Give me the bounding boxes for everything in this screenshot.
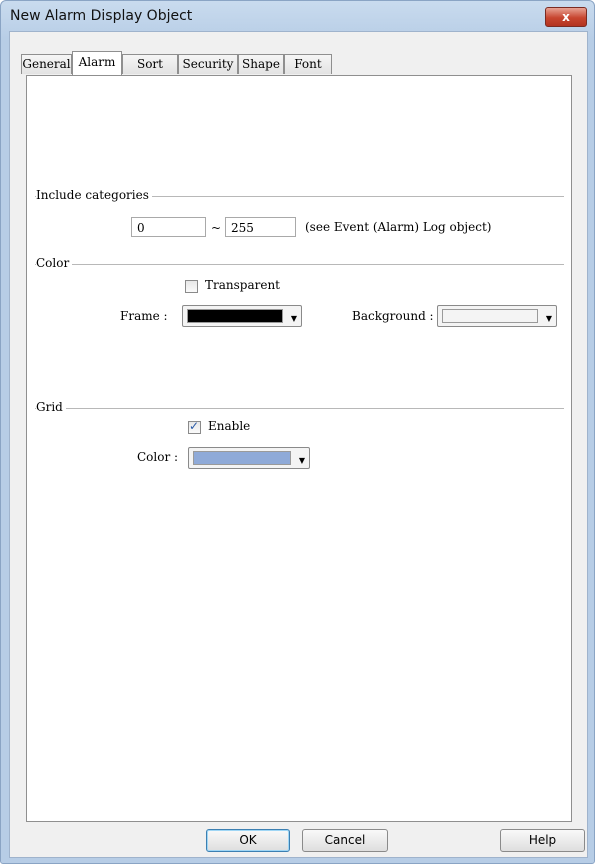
category-from-input[interactable]: 0: [131, 217, 206, 237]
close-icon: x: [562, 10, 570, 24]
grid-color-swatch: [193, 451, 291, 465]
include-categories-title: Include categories: [36, 188, 152, 202]
background-label: Background :: [352, 309, 434, 323]
grid-enable-label: Enable: [208, 419, 251, 433]
help-button[interactable]: Help: [500, 829, 585, 852]
color-divider: [35, 264, 564, 265]
range-separator: ~: [211, 221, 222, 235]
window-title: New Alarm Display Object: [10, 8, 193, 24]
tab-alarm[interactable]: Alarm: [72, 51, 122, 75]
transparent-checkbox[interactable]: [185, 280, 198, 293]
ok-button[interactable]: OK: [206, 829, 290, 852]
background-color-picker[interactable]: ▼: [437, 305, 557, 327]
tab-general[interactable]: General: [21, 54, 72, 74]
tab-security[interactable]: Security: [178, 54, 238, 74]
color-title: Color: [36, 256, 73, 270]
grid-color-label: Color :: [137, 450, 179, 464]
tab-sort[interactable]: Sort: [122, 54, 178, 74]
categories-hint: (see Event (Alarm) Log object): [305, 220, 492, 234]
tab-shape[interactable]: Shape: [238, 54, 284, 74]
tab-font[interactable]: Font: [284, 54, 332, 74]
background-color-swatch: [442, 309, 538, 323]
frame-color-picker[interactable]: ▼: [182, 305, 302, 327]
checkmark-icon: ✓: [189, 419, 200, 433]
title-bar: New Alarm Display Object x: [1, 1, 594, 31]
category-to-input[interactable]: 255: [225, 217, 296, 237]
chevron-down-icon: ▼: [545, 314, 552, 323]
frame-label: Frame :: [120, 309, 168, 323]
frame-color-swatch: [187, 309, 283, 323]
alarm-tab-panel: Include categories 0 ~ 255 (see Event (A…: [26, 75, 572, 822]
transparent-label: Transparent: [205, 278, 281, 292]
grid-divider: [35, 408, 564, 409]
chevron-down-icon: ▼: [298, 456, 305, 465]
close-button[interactable]: x: [545, 7, 587, 27]
grid-title: Grid: [36, 400, 66, 414]
chevron-down-icon: ▼: [290, 314, 297, 323]
dialog-client-area: General Alarm Sort Security Shape Font I…: [9, 31, 588, 858]
cancel-button[interactable]: Cancel: [302, 829, 388, 852]
grid-enable-checkbox[interactable]: ✓: [188, 419, 201, 434]
grid-color-picker[interactable]: ▼: [188, 447, 310, 469]
dialog-window: New Alarm Display Object x General Alarm…: [0, 0, 595, 864]
